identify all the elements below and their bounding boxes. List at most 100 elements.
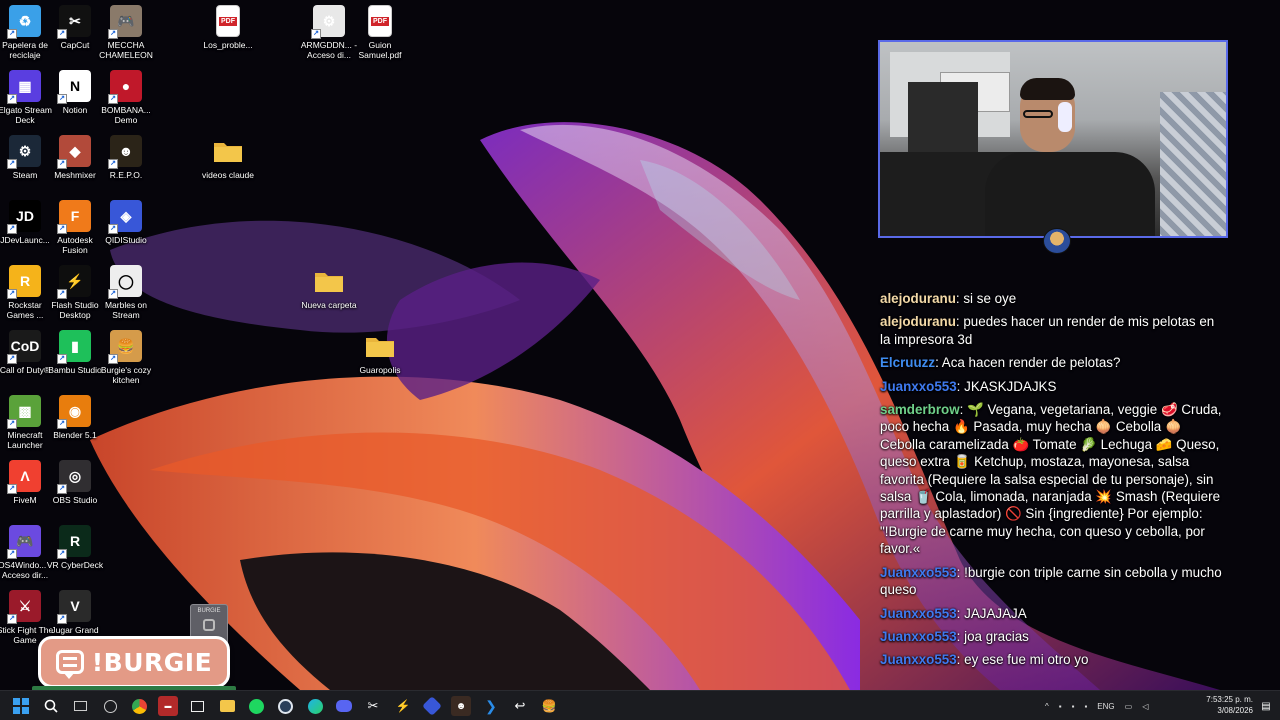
clock[interactable]: 7:53:25 p. m. 3/08/2026 bbox=[1206, 694, 1253, 716]
desktop-icon[interactable]: ✂ ↗ CapCut bbox=[50, 5, 100, 50]
desktop-icon[interactable]: ▩ ↗ Minecraft Launcher bbox=[0, 395, 50, 450]
volume-icon[interactable]: ◁ bbox=[1142, 702, 1148, 711]
rockstar-icon: R ↗ bbox=[7, 265, 41, 299]
shortcut-arrow-icon: ↗ bbox=[57, 549, 67, 559]
start-button[interactable] bbox=[11, 696, 31, 716]
chat-text: si se oye bbox=[963, 291, 1017, 306]
file-explorer-icon[interactable] bbox=[217, 696, 237, 716]
desktop-icon[interactable]: ⚙ ↗ ARMGDDN... - Acceso di... bbox=[301, 5, 357, 60]
steam-icon: ⚙ ↗ bbox=[7, 135, 41, 169]
app-icon[interactable]: ↩ bbox=[510, 696, 530, 716]
desktop-icon-label: Guion Samuel.pdf bbox=[358, 40, 402, 60]
app-icon[interactable]: ▬ bbox=[158, 696, 178, 716]
notion-icon: N ↗ bbox=[57, 70, 91, 104]
desktop-icon[interactable]: Λ ↗ FiveM bbox=[0, 460, 50, 505]
desktop-icon[interactable]: ⚙ ↗ Steam bbox=[0, 135, 50, 180]
desktop-icon-label: Los_proble... bbox=[203, 40, 253, 50]
burgie-command-banner: !BURGIE bbox=[38, 636, 230, 688]
desktop-icon[interactable]: ⚡ ↗ Flash Studio Desktop bbox=[50, 265, 100, 320]
desktop-icon[interactable]: CoD ↗ Call of Duty® bbox=[0, 330, 50, 375]
desktop-icon[interactable]: ◆ ↗ Meshmixer bbox=[50, 135, 100, 180]
vscode-icon[interactable]: ❯ bbox=[481, 696, 501, 716]
shortcut-arrow-icon: ↗ bbox=[7, 29, 17, 39]
discord-icon[interactable] bbox=[334, 696, 354, 716]
chat-username: samderbrow bbox=[880, 402, 960, 418]
chat-text: 🌱 Vegana, vegetariana, veggie 🥩 Cruda, p… bbox=[880, 402, 1222, 557]
desktop-icon[interactable]: ☻ ↗ R.E.P.O. bbox=[101, 135, 151, 180]
qidistudio-icon: ◈ ↗ bbox=[108, 200, 142, 234]
burgie-kitchen-icon[interactable]: 🍔 bbox=[539, 696, 559, 716]
chat-bubble-icon bbox=[55, 650, 84, 679]
task-view-icon[interactable] bbox=[70, 696, 90, 716]
desktop-icon[interactable]: PDF Guion Samuel.pdf bbox=[355, 5, 405, 60]
vr-cyberdeck-icon: R ↗ bbox=[57, 525, 91, 559]
pdf-icon: PDF bbox=[368, 5, 392, 37]
desktop-icon[interactable]: ▦ ↗ Elgato Stream Deck bbox=[0, 70, 52, 125]
desktop-icon[interactable]: R ↗ Rockstar Games ... bbox=[0, 265, 50, 320]
desktop-icon[interactable]: F ↗ Autodesk Fusion bbox=[50, 200, 100, 255]
streamer-avatar bbox=[1043, 228, 1071, 254]
desktop-icon[interactable]: V ↗ Jugar Grand bbox=[50, 590, 100, 635]
chat-username: Juanxxo553 bbox=[880, 605, 957, 621]
tray-chevron-icon[interactable]: ^ bbox=[1045, 702, 1049, 711]
desktop-icon[interactable]: PDF Los_proble... bbox=[203, 5, 253, 50]
desktop-icon-label: Jugar Grand bbox=[51, 625, 99, 635]
qidistudio-icon[interactable] bbox=[422, 696, 442, 716]
desktop-icon[interactable]: 🎮 ↗ MECCHA CHAMELEON bbox=[99, 5, 153, 60]
desktop-icon-label: Marbles on Stream bbox=[104, 300, 148, 320]
shortcut-arrow-icon: ↗ bbox=[7, 614, 17, 624]
shortcut-arrow-icon: ↗ bbox=[57, 614, 67, 624]
shortcut-arrow-icon: ↗ bbox=[108, 29, 118, 39]
notifications-icon[interactable]: ▤ bbox=[1256, 696, 1276, 716]
tray-app-icon[interactable]: ▪ bbox=[1059, 702, 1062, 711]
shortcut-arrow-icon: ↗ bbox=[108, 224, 118, 234]
chat-message: Juanxxo553: !burgie con triple carne sin… bbox=[880, 564, 1222, 598]
pdf-icon: PDF bbox=[216, 5, 240, 37]
chat-message: Juanxxo553: joa gracias bbox=[880, 628, 1029, 644]
desktop-icon[interactable]: ◈ ↗ QIDIStudio bbox=[101, 200, 151, 245]
tray-app-icon[interactable]: ▪ bbox=[1072, 702, 1075, 711]
desktop-icon[interactable]: ● ↗ BOMBANA... Demo bbox=[101, 70, 151, 125]
desktop-icon[interactable]: ◉ ↗ Blender 5.1 bbox=[50, 395, 100, 440]
desktop-icon-label: Guaropolis bbox=[359, 365, 401, 375]
desktop-icon[interactable]: JD ↗ JDevLaunc... bbox=[0, 200, 50, 245]
network-icon[interactable]: ▭ bbox=[1125, 702, 1133, 711]
desktop-icon[interactable]: ▮ ↗ Bambu Studio bbox=[48, 330, 102, 375]
desktop-icon[interactable]: 🎮 ↗ DS4Windo... - Acceso dir... bbox=[0, 525, 51, 580]
screen-capture-icon[interactable] bbox=[187, 696, 207, 716]
chat-message: Elcruuzz: Aca hacen render de pelotas? bbox=[880, 355, 1121, 371]
flash-studio-icon[interactable]: ⚡ bbox=[393, 696, 413, 716]
chat-overlay: alejoduranu: si se oye alejoduranu: puede… bbox=[880, 290, 1225, 675]
desktop-icon[interactable]: N ↗ Notion bbox=[50, 70, 100, 115]
folder-icon bbox=[364, 330, 396, 362]
game-icon[interactable]: ☻ bbox=[451, 696, 471, 716]
widgets-icon[interactable] bbox=[100, 696, 120, 716]
desktop-icon[interactable]: ♻ ↗ Papelera de reciclaje bbox=[0, 5, 50, 60]
desktop-icon[interactable]: R ↗ VR CyberDeck bbox=[47, 525, 103, 570]
stick-fight-icon: ⚔ ↗ bbox=[7, 590, 41, 624]
language-indicator[interactable]: ENG bbox=[1097, 702, 1114, 711]
capcut-icon[interactable]: ✂ bbox=[363, 696, 383, 716]
desktop-icon[interactable]: ⚔ ↗ Stick Fight The Game bbox=[0, 590, 53, 645]
chrome-icon[interactable] bbox=[129, 696, 149, 716]
chat-username: Juanxxo553 bbox=[880, 652, 957, 668]
capcut-icon: ✂ ↗ bbox=[57, 5, 91, 39]
obs-icon: ◎ ↗ bbox=[57, 460, 91, 494]
desktop-icon[interactable]: Guaropolis bbox=[355, 330, 405, 375]
desktop-icon[interactable]: ◎ ↗ OBS Studio bbox=[50, 460, 100, 505]
steam-icon[interactable] bbox=[275, 696, 295, 716]
chat-message: alejoduranu: si se oye bbox=[880, 291, 1017, 306]
tray-app-icon[interactable]: ▪ bbox=[1084, 702, 1087, 711]
shortcut-arrow-icon: ↗ bbox=[7, 419, 17, 429]
desktop-icon[interactable]: videos claude bbox=[202, 135, 254, 180]
chat-text: ey ese fue mi otro yo bbox=[964, 652, 1089, 668]
desktop-icon[interactable]: 🍔 ↗ Burgie's cozy kitchen bbox=[101, 330, 151, 385]
stream-deck-icon: ▦ ↗ bbox=[7, 70, 41, 104]
recycle-bin-icon: ♻ ↗ bbox=[7, 5, 41, 39]
search-icon[interactable] bbox=[41, 696, 61, 716]
desktop-icon-label: Blender 5.1 bbox=[53, 430, 97, 440]
desktop-icon[interactable]: Nueva carpeta bbox=[301, 265, 357, 310]
spotify-icon[interactable] bbox=[246, 696, 266, 716]
edge-icon[interactable] bbox=[305, 696, 325, 716]
desktop-icon[interactable]: ◯ ↗ Marbles on Stream bbox=[101, 265, 151, 320]
